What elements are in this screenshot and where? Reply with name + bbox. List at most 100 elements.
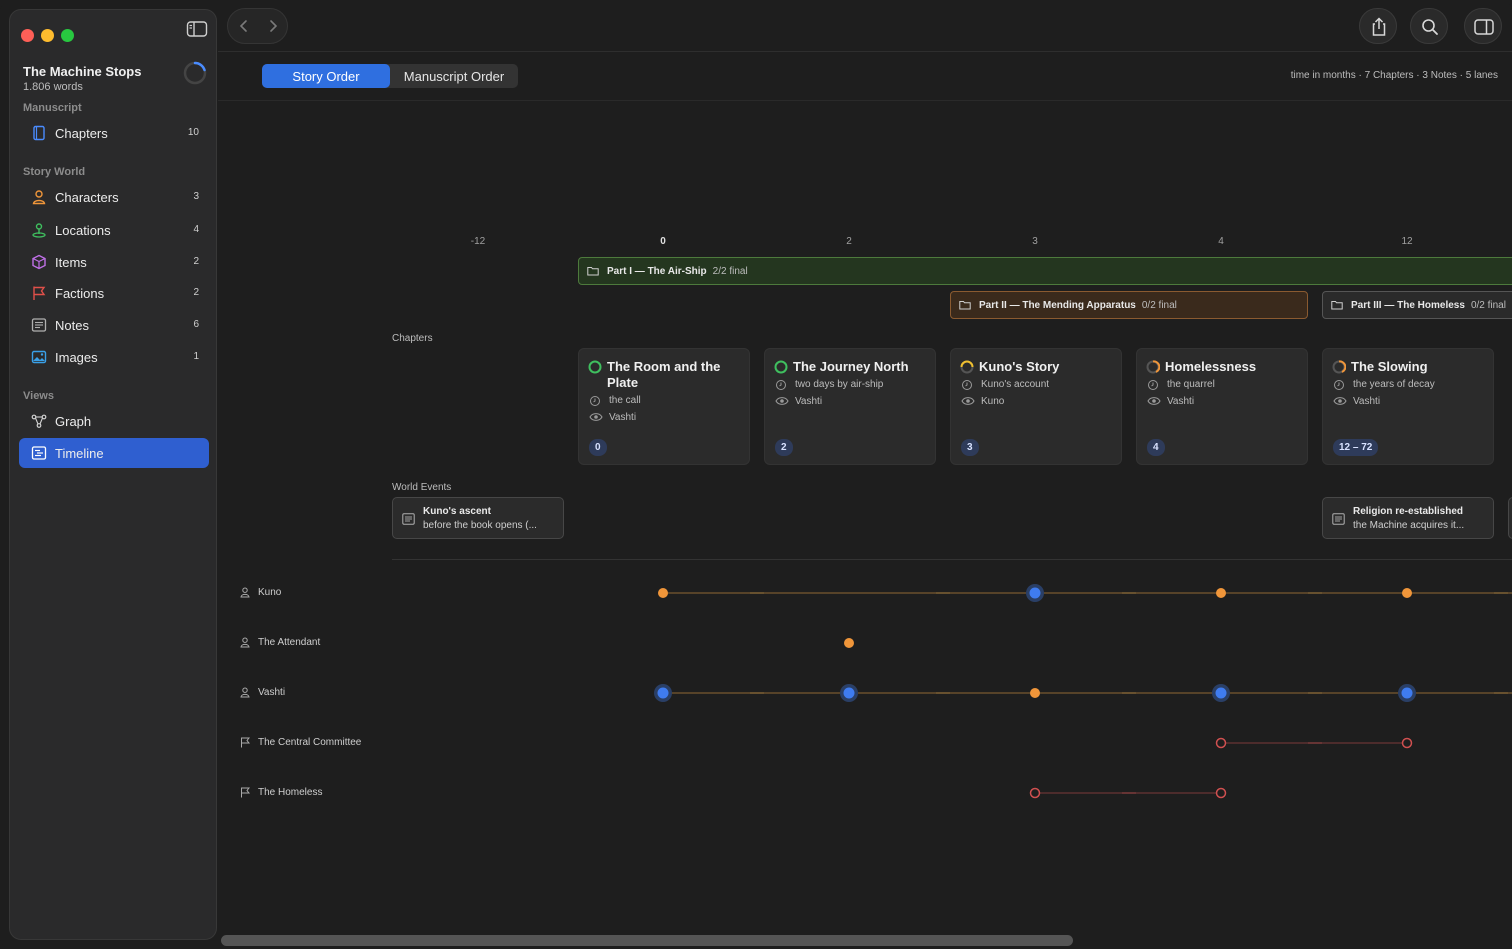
share-button[interactable] — [1359, 8, 1397, 44]
status-revised-icon — [960, 360, 974, 374]
sidebar-item-images[interactable]: Images 1 — [19, 342, 209, 372]
sidebar-item-label: Characters — [55, 190, 119, 205]
part-band[interactable]: Part II — The Mending Apparatus 0/2 fina… — [950, 291, 1308, 319]
inspector-icon — [1474, 19, 1494, 35]
part-name: Part III — The Homeless — [1351, 299, 1465, 311]
status-final-icon — [588, 360, 602, 374]
event-summary: the Machine acquires it... — [1353, 520, 1465, 531]
horizontal-scrollbar[interactable] — [221, 935, 1073, 946]
entity-tracks — [654, 584, 1512, 799]
part-status: 0/2 final — [1470, 299, 1506, 311]
sidebar-item-graph[interactable]: Graph — [19, 406, 209, 436]
timeline-icon — [31, 446, 47, 460]
vashti-pov-dot — [843, 687, 855, 699]
chapter-title: The Journey North — [793, 359, 909, 374]
project-title: The Machine Stops — [23, 64, 142, 79]
sidebar-item-count: 2 — [193, 287, 199, 298]
forward-chevron-icon[interactable] — [266, 19, 280, 33]
status-draft-icon — [1332, 360, 1346, 374]
search-button[interactable] — [1410, 8, 1448, 44]
order-segmented-control: Story Order Manuscript Order — [262, 64, 518, 88]
sidebar-item-count: 6 — [193, 319, 199, 330]
vashti-pov-dot — [657, 687, 669, 699]
eye-icon — [775, 397, 789, 405]
close-window-button[interactable] — [21, 29, 34, 42]
chapter-card[interactable]: The Slowing the years of decay Vashti 12… — [1322, 348, 1494, 465]
homeless-dot — [1215, 787, 1227, 799]
chapter-pov: Vashti — [795, 396, 823, 407]
chapter-time-badge: 12 – 72 — [1333, 439, 1379, 456]
clock-icon — [776, 380, 786, 390]
kuno-appearance-dot — [1402, 588, 1412, 598]
manuscript-order-tab[interactable]: Manuscript Order — [390, 64, 518, 88]
chapter-pov: Vashti — [609, 412, 637, 423]
kuno-appearance-dot — [658, 588, 668, 598]
sidebar-item-items[interactable]: Items 2 — [19, 247, 209, 277]
sidebar-item-chapters[interactable]: Chapters 10 — [19, 118, 209, 148]
section-manuscript: Manuscript — [23, 102, 82, 114]
kuno-appearance-dot — [1216, 588, 1226, 598]
event-title: Religion re-established — [1353, 506, 1464, 517]
eye-icon — [589, 413, 603, 421]
chapter-card[interactable]: The Room and the Plate the call Vashti 0 — [578, 348, 750, 465]
sidebar-item-label: Locations — [55, 223, 111, 238]
folder-icon — [587, 267, 599, 276]
flag-icon — [33, 286, 46, 300]
chapter-title: Kuno's Story — [979, 359, 1060, 374]
world-event-card[interactable]: Kuno's ascent before the book opens (... — [392, 497, 564, 539]
status-final-icon — [774, 360, 788, 374]
book-icon — [33, 125, 45, 141]
vashti-pov-dot — [1401, 687, 1413, 699]
chapter-card[interactable]: The Journey North two days by air-ship V… — [764, 348, 936, 465]
sidebar-item-notes[interactable]: Notes 6 — [19, 310, 209, 340]
world-event-card-partial[interactable] — [1508, 497, 1512, 539]
lane-label-chapters: Chapters — [392, 333, 433, 344]
search-icon — [1422, 19, 1438, 35]
event-title: Kuno's ascent — [423, 506, 491, 517]
chapter-title: The Slowing — [1351, 359, 1428, 374]
world-event-card[interactable]: Religion re-established the Machine acqu… — [1322, 497, 1494, 539]
sidebar-item-characters[interactable]: Characters 3 — [19, 182, 209, 212]
part-name: Part I — The Air-Ship — [607, 265, 707, 277]
inspector-toggle-button[interactable] — [1464, 8, 1502, 44]
sidebar-item-label: Images — [55, 350, 98, 365]
chapter-time-badge: 3 — [961, 439, 979, 456]
attendant-appearance-dot — [844, 638, 854, 648]
chapter-summary: the years of decay — [1353, 379, 1435, 390]
folder-icon — [1331, 301, 1343, 310]
clock-icon — [962, 380, 972, 390]
kuno-pov-dot — [1029, 587, 1041, 599]
chapter-time-badge: 4 — [1147, 439, 1165, 456]
part-band[interactable]: Part I — The Air-Ship 2/2 final — [578, 257, 1512, 285]
tick-label: 12 — [1401, 236, 1413, 247]
chapter-summary: two days by air-ship — [795, 379, 884, 390]
minimize-window-button[interactable] — [41, 29, 54, 42]
part-band[interactable]: Part III — The Homeless 0/2 final — [1322, 291, 1512, 319]
sidebar-item-label: Notes — [55, 318, 89, 333]
back-chevron-icon[interactable] — [237, 19, 251, 33]
chapter-card[interactable]: Homelessness the quarrel Vashti 4 — [1136, 348, 1308, 465]
tick-label: 4 — [1218, 236, 1224, 247]
chapter-summary: Kuno's account — [981, 379, 1050, 390]
section-views: Views — [23, 390, 54, 402]
part-status: 0/2 final — [1141, 299, 1177, 311]
tick-label: 0 — [660, 236, 666, 247]
chapter-title: The Room and the Plate — [607, 359, 721, 390]
chapter-pov: Kuno — [981, 396, 1005, 407]
tick-label: 2 — [846, 236, 852, 247]
sidebar-toggle-icon[interactable] — [186, 20, 208, 38]
homeless-dot — [1029, 787, 1041, 799]
chapter-card[interactable]: Kuno's Story Kuno's account Kuno 3 — [950, 348, 1122, 465]
tick-label: 3 — [1032, 236, 1038, 247]
eye-icon — [1333, 397, 1347, 405]
story-order-tab[interactable]: Story Order — [262, 64, 390, 88]
sidebar-item-factions[interactable]: Factions 2 — [19, 278, 209, 308]
sidebar-item-locations[interactable]: Locations 4 — [19, 215, 209, 245]
timeline-toolbar: Story Order Manuscript Order time in mon… — [218, 52, 1512, 101]
sidebar-item-timeline[interactable]: Timeline — [19, 438, 209, 468]
sidebar: The Machine Stops 1.806 words Manuscript… — [9, 9, 217, 940]
sidebar-item-count: 4 — [193, 224, 199, 235]
folder-icon — [959, 301, 971, 310]
zoom-window-button[interactable] — [61, 29, 74, 42]
chapter-time-badge: 0 — [589, 439, 607, 456]
